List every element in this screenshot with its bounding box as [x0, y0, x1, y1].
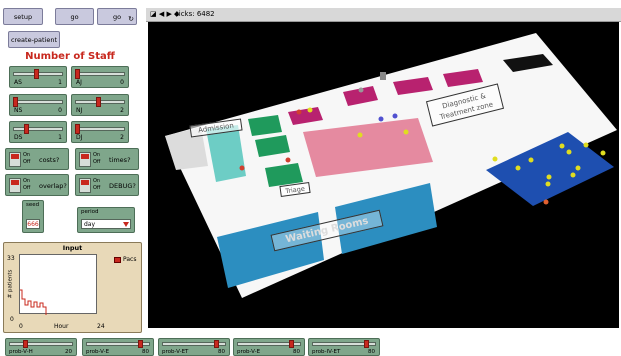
plot-ylabel: # patients [7, 269, 14, 299]
forever-icon: ↻ [128, 15, 134, 23]
slider-label: AJ [76, 79, 82, 86]
slider-value: 0 [58, 107, 62, 114]
plot-histogram [20, 289, 47, 315]
setup-button[interactable]: setup [3, 8, 43, 25]
period-chooser[interactable]: period day [77, 207, 135, 233]
switch-state: On Off [23, 178, 31, 191]
slider-prob-v-e-2[interactable]: prob-V-E 80 [233, 338, 305, 356]
slider-knob[interactable] [364, 340, 369, 348]
slider-as[interactable]: AS 1 [9, 66, 67, 88]
times-switch[interactable]: On Off times? [75, 148, 139, 170]
slider-knob[interactable] [138, 340, 143, 348]
seed-input-box: seed 666 [22, 200, 44, 233]
overlap-switch[interactable]: On Off overlap? [5, 174, 69, 196]
period-label: period [81, 209, 99, 215]
plot-xmax: 24 [97, 323, 105, 330]
slider-label: prob-V-H [9, 349, 33, 355]
slider-value: 0 [120, 79, 124, 86]
create-patient-button[interactable]: create-patient [8, 31, 60, 48]
slider-ns[interactable]: NS 0 [9, 94, 67, 116]
slider-value: 1 [58, 134, 62, 141]
slider-ds[interactable]: DS 1 [9, 121, 67, 143]
debug-switch[interactable]: On Off DEBUG? [75, 174, 139, 196]
slider-value: 2 [120, 134, 124, 141]
slider-label: DJ [76, 134, 83, 141]
slider-label: prob-V-ET [162, 349, 189, 355]
view-toolbar: ◪ ◀ ▶ ◆ ticks: 6482 [146, 8, 621, 22]
slider-prob-v-h[interactable]: prob-V-H 20 [5, 338, 77, 356]
slider-dj[interactable]: DJ 2 [71, 121, 129, 143]
slider-knob[interactable] [13, 97, 18, 107]
costs-switch[interactable]: On Off costs? [5, 148, 69, 170]
seed-label: seed [26, 202, 40, 208]
seed-input[interactable]: 666 [26, 219, 40, 229]
go-forever-label: go [112, 12, 122, 21]
slider-knob[interactable] [289, 340, 294, 348]
slider-knob[interactable] [23, 340, 28, 348]
slider-prob-v-et[interactable]: prob-V-ET 80 [158, 338, 230, 356]
slider-aj[interactable]: AJ 0 [71, 66, 129, 88]
plot-xlabel: Hour [54, 323, 69, 330]
slider-value: 2 [120, 107, 124, 114]
slider-knob[interactable] [24, 124, 29, 134]
slider-track [75, 72, 125, 76]
slider-knob[interactable] [75, 124, 80, 134]
plot-title: Input [62, 244, 83, 252]
plot-ymax: 33 [7, 255, 15, 262]
slider-track [13, 100, 63, 104]
slider-label: NS [14, 107, 23, 114]
slider-value: 80 [142, 349, 149, 355]
slider-track [9, 342, 73, 346]
slider-value: 80 [218, 349, 225, 355]
toggle-icon [9, 152, 21, 167]
slider-knob[interactable] [214, 340, 219, 348]
slider-value: 1 [58, 79, 62, 86]
toggle-icon [79, 178, 91, 193]
go-once-button[interactable]: go [55, 8, 94, 25]
slider-label: DS [14, 134, 23, 141]
switch-state: On Off [23, 152, 31, 165]
slider-prob-iv-et[interactable]: prob-IV-ET 80 [308, 338, 380, 356]
interface-panel: setup go go ↻ create-patient Number of St… [0, 0, 146, 336]
create-patient-label: create-patient [10, 35, 58, 44]
switch-state: On Off [93, 152, 101, 165]
go-forever-button[interactable]: go ↻ [97, 8, 137, 25]
legend-swatch [114, 257, 121, 263]
slider-label: AS [14, 79, 22, 86]
setup-button-label: setup [13, 12, 33, 21]
slider-label: prob-V-E [237, 349, 261, 355]
world-view[interactable]: Admission Diagnostic & Treatment zone Wa… [148, 22, 619, 328]
switch-label: DEBUG? [109, 182, 136, 190]
switch-label: overlap? [39, 182, 67, 190]
switch-state: On Off [93, 178, 101, 191]
slider-value: 80 [368, 349, 375, 355]
slider-value: 80 [293, 349, 300, 355]
slider-label: prob-V-E [86, 349, 110, 355]
toggle-icon [9, 178, 21, 193]
toggle-icon [79, 152, 91, 167]
plot-xmin: 0 [19, 323, 23, 330]
plot-area [19, 254, 97, 315]
slider-value: 20 [65, 349, 72, 355]
slider-prob-v-e[interactable]: prob-V-E 80 [82, 338, 154, 356]
slider-track [75, 127, 125, 131]
go-once-label: go [70, 12, 79, 21]
hospital-floor [165, 33, 617, 298]
slider-knob[interactable] [75, 69, 80, 79]
staff-title: Number of Staff [25, 51, 115, 62]
slider-knob[interactable] [96, 97, 101, 107]
legend-label: Pacs [123, 256, 137, 263]
switch-label: costs? [39, 156, 60, 164]
input-plot: Input 33 0 # patients Pacs 0 Hour 24 [3, 242, 142, 333]
slider-label: NJ [76, 107, 83, 114]
door-marker [380, 72, 386, 80]
slider-nj[interactable]: NJ 2 [71, 94, 129, 116]
slider-knob[interactable] [34, 69, 39, 79]
ticks-counter: ticks: 6482 [176, 10, 215, 18]
slider-label: prob-IV-ET [312, 349, 341, 355]
chevron-down-icon [123, 222, 129, 227]
switch-label: times? [109, 156, 131, 164]
slider-track [13, 127, 63, 131]
plot-ymin: 0 [10, 316, 14, 323]
